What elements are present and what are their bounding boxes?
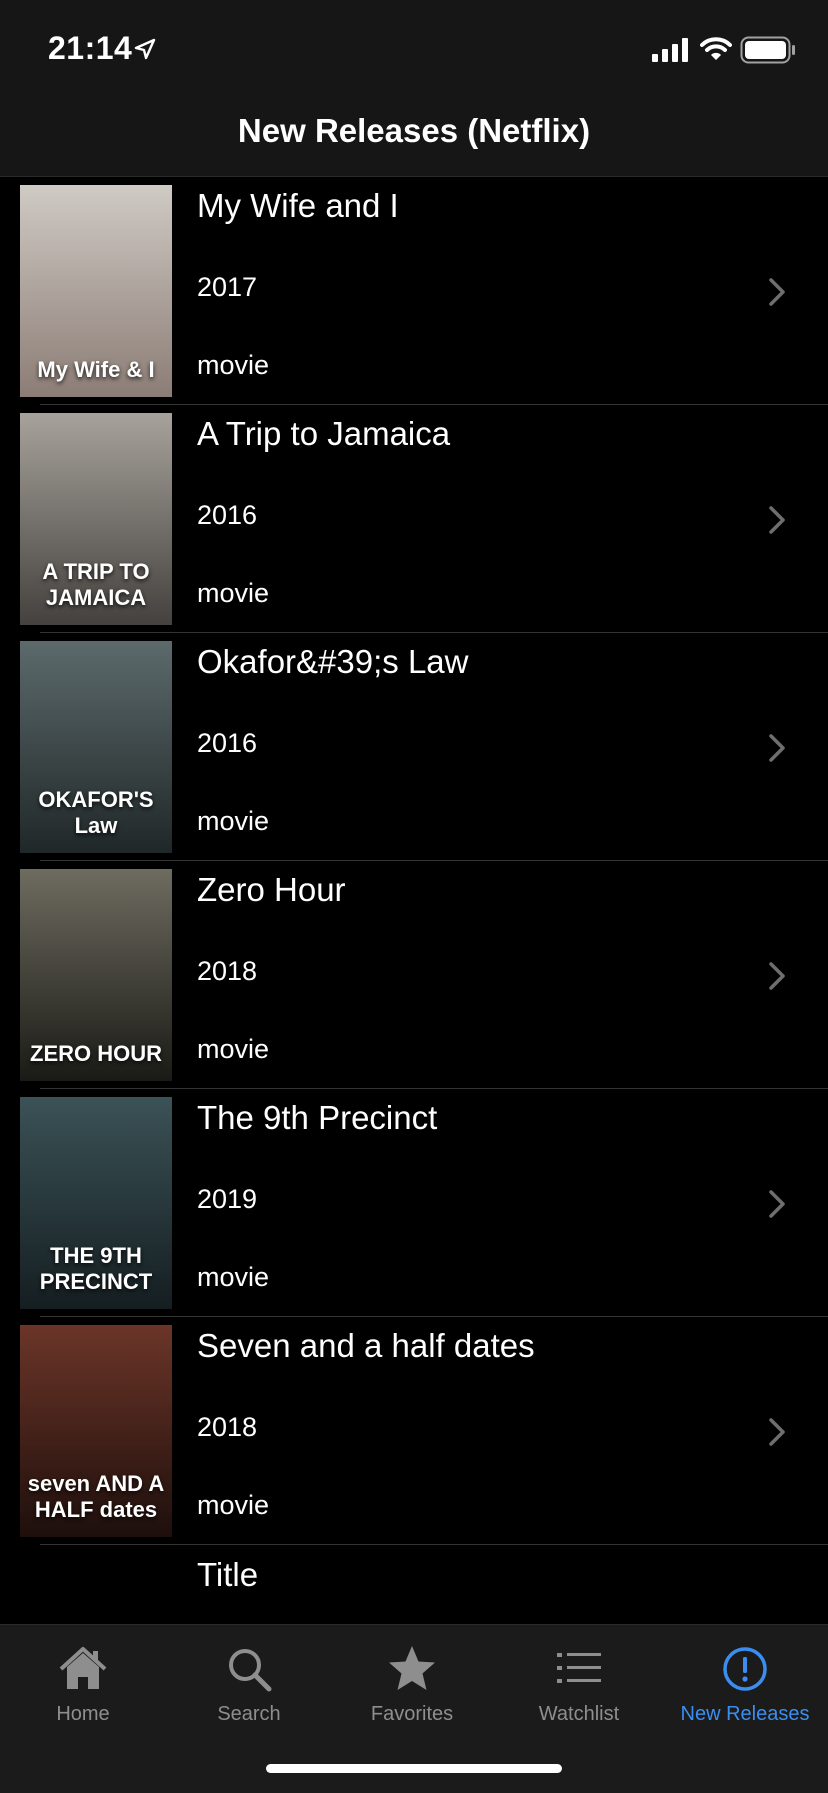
poster-image: My Wife & I bbox=[20, 185, 172, 397]
list-item[interactable]: seven AND A HALF dates Seven and a half d… bbox=[0, 1317, 828, 1545]
item-year: 2017 bbox=[197, 272, 258, 302]
tab-new-releases[interactable]: New Releases bbox=[662, 1643, 828, 1743]
item-type: movie bbox=[197, 806, 270, 836]
navigation-bar: New Releases (Netflix) bbox=[0, 100, 828, 177]
list-item[interactable]: Title bbox=[0, 1542, 828, 1622]
poster-image: THE 9TH PRECINCT bbox=[20, 1097, 172, 1309]
poster-image: seven AND A HALF dates bbox=[20, 1325, 172, 1537]
item-title: The 9th Precinct bbox=[197, 1099, 438, 1136]
status-time: 21:14 bbox=[48, 30, 133, 66]
tab-label: New Releases bbox=[680, 1703, 810, 1725]
item-type: movie bbox=[197, 350, 270, 380]
home-indicator[interactable] bbox=[266, 1764, 562, 1773]
tab-watchlist[interactable]: Watchlist bbox=[496, 1643, 662, 1743]
poster-image: ZERO HOUR bbox=[20, 869, 172, 1081]
tab-search[interactable]: Search bbox=[166, 1643, 332, 1743]
poster-image: OKAFOR'S Law bbox=[20, 641, 172, 853]
item-year: 2016 bbox=[197, 728, 258, 758]
chevron-right-icon bbox=[769, 734, 785, 762]
list-item[interactable]: OKAFOR'S Law Okafor&#39;s Law 2016 movie bbox=[0, 633, 828, 861]
location-arrow-icon bbox=[134, 38, 156, 60]
item-title: A Trip to Jamaica bbox=[197, 415, 451, 452]
star-icon bbox=[389, 1646, 435, 1690]
poster-title-art: My Wife & I bbox=[37, 357, 155, 382]
chevron-right-icon bbox=[769, 962, 785, 990]
search-icon bbox=[229, 1649, 272, 1692]
chevron-right-icon bbox=[769, 1190, 785, 1218]
tab-label: Watchlist bbox=[538, 1703, 620, 1725]
item-type: movie bbox=[197, 578, 270, 608]
item-year: 2016 bbox=[197, 500, 258, 530]
list-item[interactable]: THE 9TH PRECINCT The 9th Precinct 2019 movi… bbox=[0, 1089, 828, 1317]
item-type: movie bbox=[197, 1262, 270, 1292]
poster-title-art: THE 9TH PRECINCT bbox=[39, 1243, 153, 1294]
tab-favorites[interactable]: Favorites bbox=[329, 1643, 495, 1743]
tab-label: Search bbox=[217, 1703, 281, 1725]
item-title: Zero Hour bbox=[197, 871, 346, 908]
poster-image: A TRIP TO JAMAICA bbox=[20, 413, 172, 625]
status-bar: 21:14 bbox=[0, 0, 828, 100]
item-year: 2019 bbox=[197, 1184, 258, 1214]
tab-label: Favorites bbox=[370, 1703, 454, 1725]
poster-title-art: OKAFOR'S Law bbox=[38, 787, 154, 838]
item-year: 2018 bbox=[197, 1412, 258, 1442]
chevron-right-icon bbox=[769, 506, 785, 534]
item-title: Title bbox=[197, 1556, 259, 1593]
item-year: 2018 bbox=[197, 956, 258, 986]
tab-label: Home bbox=[56, 1703, 110, 1725]
poster-title-art: seven AND A HALF dates bbox=[27, 1471, 165, 1522]
battery-icon bbox=[740, 36, 795, 64]
poster-title-art: A TRIP TO JAMAICA bbox=[42, 559, 150, 610]
poster-title-art: ZERO HOUR bbox=[30, 1041, 162, 1066]
exclamation-circle-icon bbox=[723, 1647, 767, 1691]
item-title: Seven and a half dates bbox=[197, 1327, 535, 1364]
item-title: Okafor&#39;s Law bbox=[197, 643, 469, 680]
list-item[interactable]: A TRIP TO JAMAICA A Trip to Jamaica 2016 mo… bbox=[0, 405, 828, 633]
house-icon bbox=[59, 1647, 107, 1689]
item-title: My Wife and I bbox=[197, 187, 399, 224]
list-item[interactable]: ZERO HOUR Zero Hour 2018 movie bbox=[0, 861, 828, 1089]
tab-home[interactable]: Home bbox=[0, 1643, 166, 1743]
wifi-icon bbox=[700, 37, 732, 60]
list-item[interactable]: My Wife & I My Wife and I 2017 movie bbox=[0, 177, 828, 405]
page-title: New Releases (Netflix) bbox=[237, 112, 591, 149]
item-type: movie bbox=[197, 1034, 270, 1064]
chevron-right-icon bbox=[769, 278, 785, 306]
chevron-right-icon bbox=[769, 1418, 785, 1446]
cellular-signal-icon bbox=[652, 38, 688, 62]
list-icon bbox=[557, 1653, 601, 1683]
item-type: movie bbox=[197, 1490, 270, 1520]
